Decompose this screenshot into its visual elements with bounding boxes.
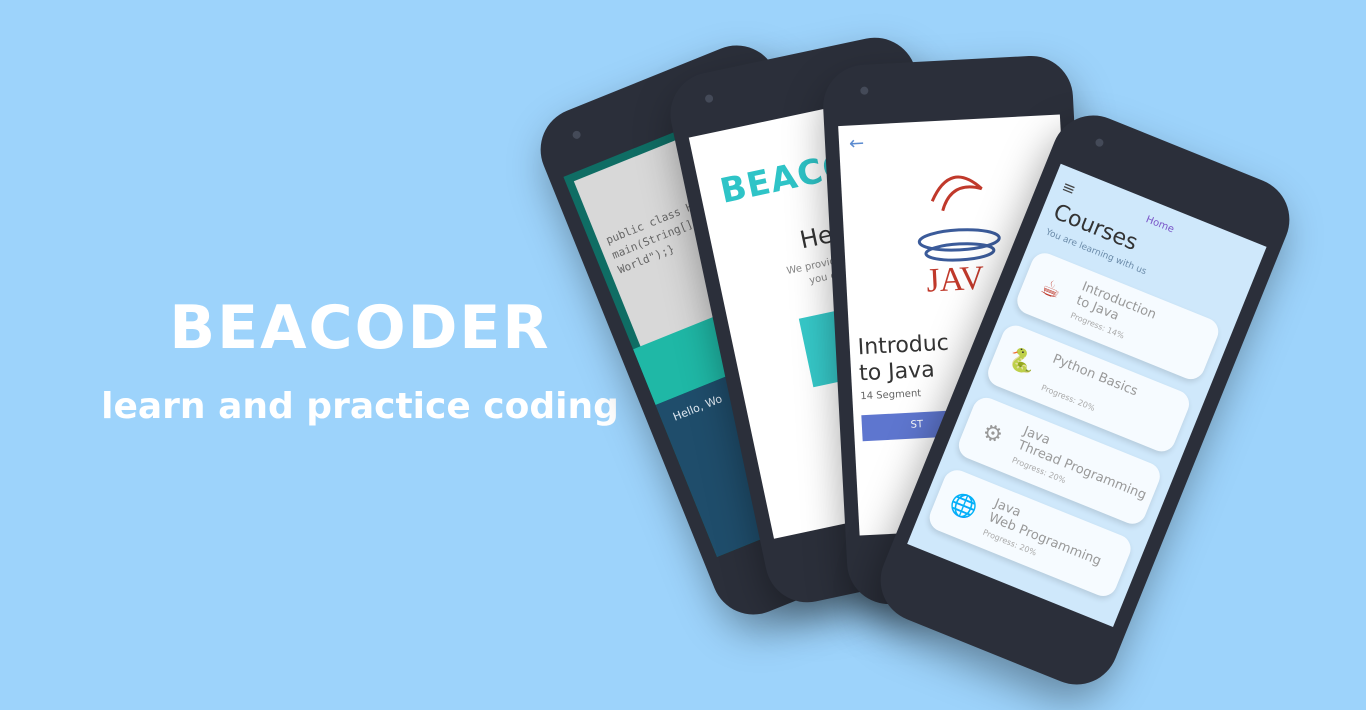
camera-dot — [704, 93, 714, 104]
brand-logo: BEACODER — [169, 293, 551, 363]
brand-tagline: learn and practice coding — [101, 386, 619, 427]
segments-count: 14 Segment — [860, 388, 922, 403]
course-title: Introduc to Java — [857, 330, 950, 387]
web-icon: 🌐 — [945, 489, 981, 523]
camera-dot — [571, 129, 582, 141]
camera-dot — [1094, 137, 1105, 148]
hamburger-menu-icon[interactable]: ≡ — [1059, 177, 1079, 200]
svg-text:JAV: JAV — [925, 260, 985, 300]
camera-dot — [860, 86, 869, 95]
thread-icon: ⚙ — [978, 418, 1007, 450]
java-icon: ☕ — [1037, 273, 1065, 305]
home-link[interactable]: Home — [1144, 214, 1176, 235]
back-arrow-icon[interactable]: ← — [849, 133, 865, 155]
brand-block: BEACODER learn and practice coding — [60, 288, 660, 430]
course-card-progress: Progress: 20% — [1039, 383, 1097, 413]
output-text: Hello, Wo — [671, 392, 725, 424]
python-icon: 🐍 — [1004, 344, 1040, 379]
